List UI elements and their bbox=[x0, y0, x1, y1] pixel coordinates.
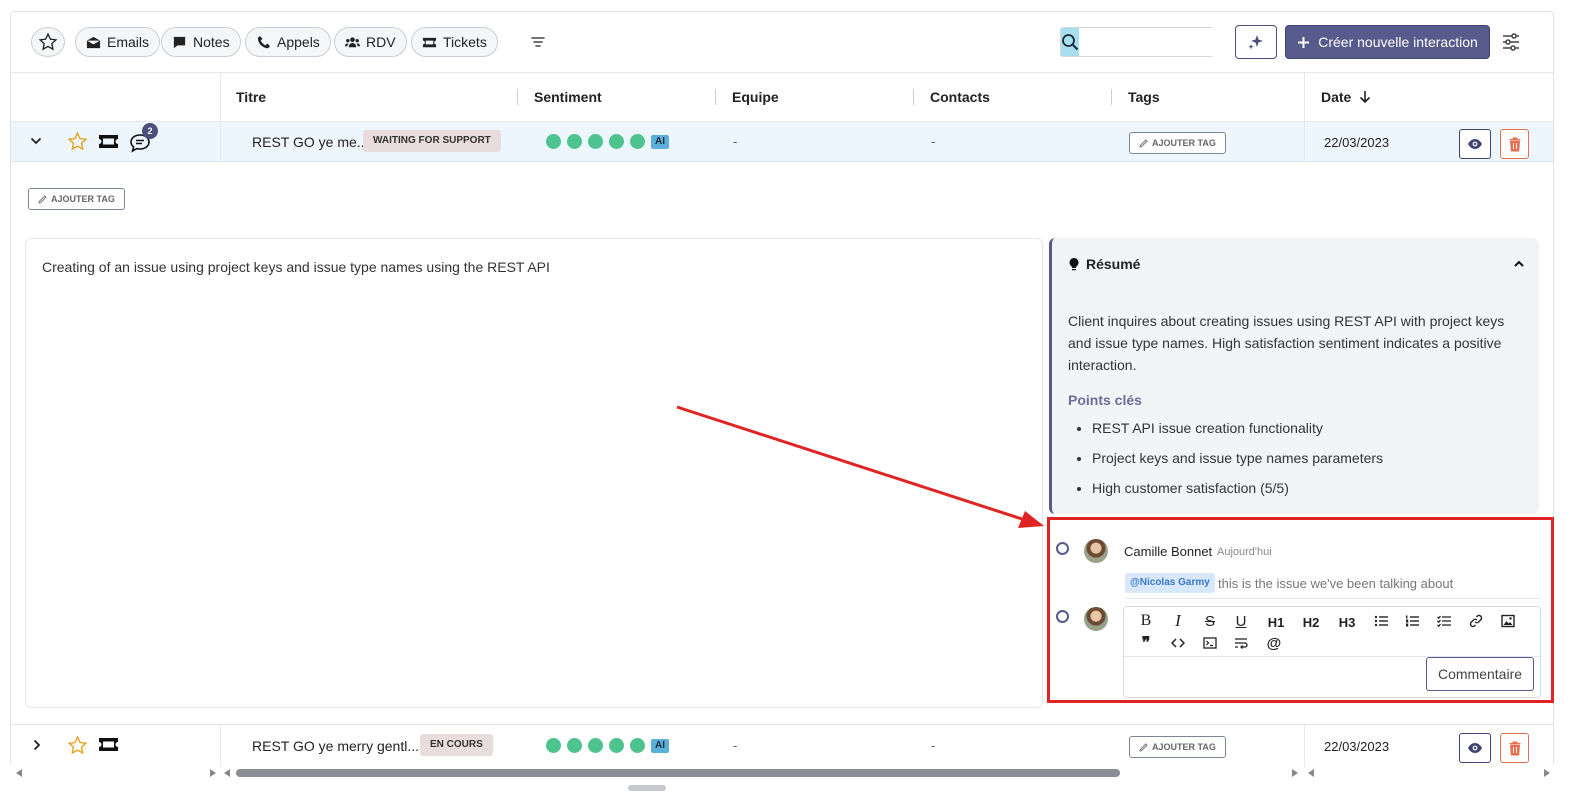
annotation-arrow-icon bbox=[676, 405, 1044, 528]
